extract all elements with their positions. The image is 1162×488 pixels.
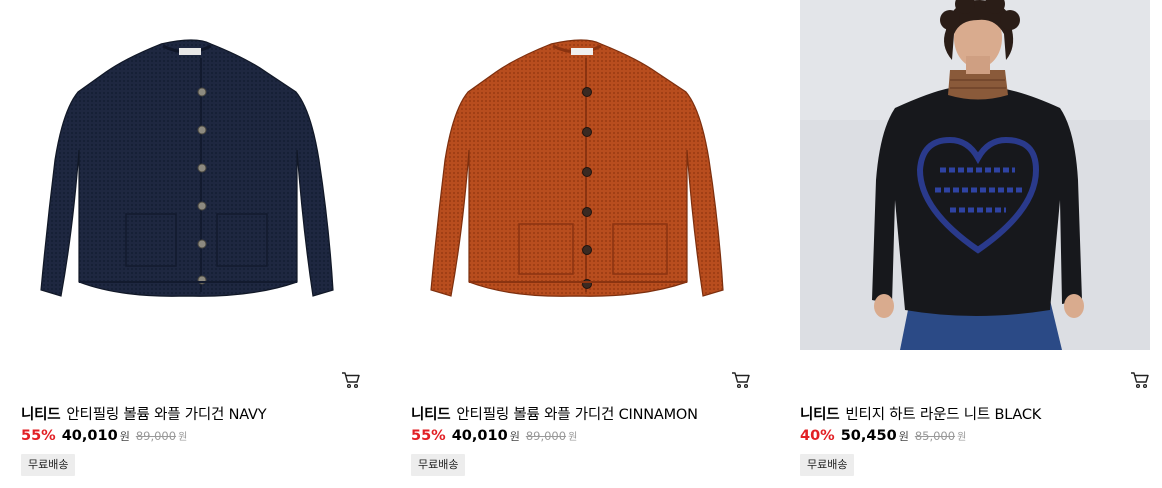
free-shipping-badge: 무료배송 (21, 454, 76, 476)
product-title[interactable]: 니티드 빈티지 하트 라운드 니트 BLACK (800, 403, 1041, 424)
brand-name[interactable]: 니티드 (800, 407, 840, 423)
currency-label: 원 (178, 432, 188, 443)
cart-icon (732, 372, 750, 389)
product-name[interactable]: 안티필링 볼륨 와플 가디건 CINNAMON (456, 407, 698, 423)
product-grid: 니티드 안티필링 볼륨 와플 가디건 NAVY 55% 40,010 원 89,0… (0, 0, 1162, 488)
discount-rate: 55% (411, 428, 446, 444)
currency-label: 원 (898, 430, 909, 443)
cinnamon-cardigan-image (430, 39, 724, 297)
discount-rate: 55% (21, 428, 56, 444)
sale-price: 40,010 (451, 428, 508, 444)
add-to-cart-button[interactable] (731, 371, 751, 389)
product-name[interactable]: 빈티지 하트 라운드 니트 BLACK (845, 407, 1041, 423)
currency-label: 원 (568, 432, 578, 443)
original-price: 89,000 (135, 429, 177, 443)
product-image[interactable] (11, 0, 361, 350)
currency-label: 원 (957, 432, 967, 443)
original-price: 85,000 (914, 429, 956, 443)
model-black-heart-knit-image (800, 0, 1150, 350)
sale-price: 40,010 (61, 428, 118, 444)
cart-icon (342, 372, 360, 389)
product-card[interactable]: 니티드 빈티지 하트 라운드 니트 BLACK 40% 50,450 원 85,0… (800, 0, 1150, 488)
price-row: 40% 50,450 원 85,000 원 (800, 428, 966, 444)
brand-name[interactable]: 니티드 (21, 407, 61, 423)
add-to-cart-button[interactable] (1130, 371, 1150, 389)
product-card[interactable]: 니티드 안티필링 볼륨 와플 가디건 CINNAMON 55% 40,010 원 … (401, 0, 751, 488)
product-image[interactable] (401, 0, 751, 350)
navy-cardigan-image (40, 39, 334, 297)
product-image[interactable] (800, 0, 1150, 350)
price-row: 55% 40,010 원 89,000 원 (21, 428, 187, 444)
sale-price: 50,450 (840, 428, 897, 444)
currency-label: 원 (509, 430, 520, 443)
discount-rate: 40% (800, 428, 835, 444)
brand-name[interactable]: 니티드 (411, 407, 451, 423)
price-row: 55% 40,010 원 89,000 원 (411, 428, 577, 444)
cart-icon (1131, 372, 1149, 389)
product-name[interactable]: 안티필링 볼륨 와플 가디건 NAVY (66, 407, 266, 423)
original-price: 89,000 (525, 429, 567, 443)
product-card[interactable]: 니티드 안티필링 볼륨 와플 가디건 NAVY 55% 40,010 원 89,0… (11, 0, 361, 488)
free-shipping-badge: 무료배송 (411, 454, 466, 476)
product-title[interactable]: 니티드 안티필링 볼륨 와플 가디건 NAVY (21, 403, 267, 424)
add-to-cart-button[interactable] (341, 371, 361, 389)
free-shipping-badge: 무료배송 (800, 454, 855, 476)
currency-label: 원 (119, 430, 130, 443)
product-title[interactable]: 니티드 안티필링 볼륨 와플 가디건 CINNAMON (411, 403, 698, 424)
